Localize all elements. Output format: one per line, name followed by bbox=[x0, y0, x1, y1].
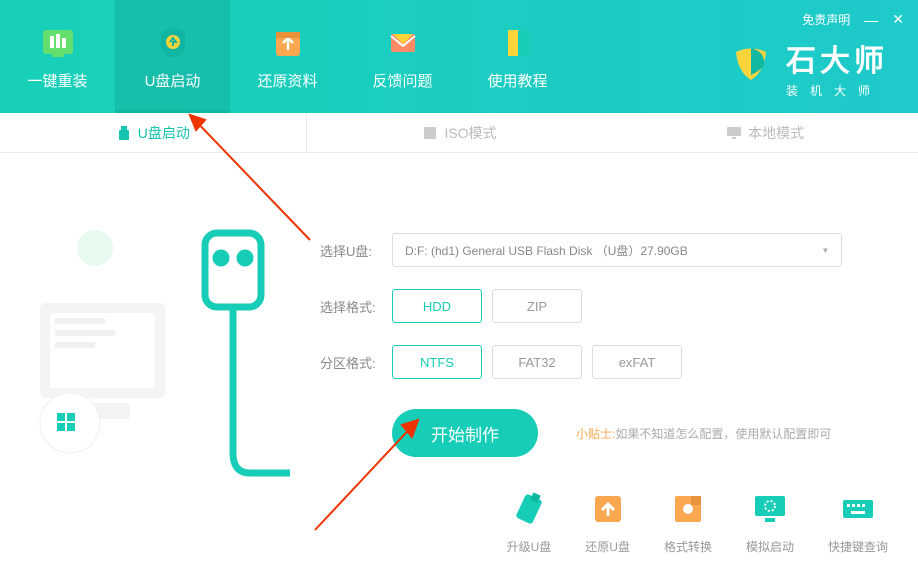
subtab-label: ISO模式 bbox=[444, 123, 496, 143]
annotation-arrow-usb-boot bbox=[170, 100, 320, 250]
subtab-label: 本地模式 bbox=[748, 123, 804, 143]
partition-label: 分区格式: bbox=[320, 353, 382, 372]
main-nav: 一键重装 U盘启动 还原资料 反馈问题 使用教程 bbox=[0, 0, 575, 113]
book-icon bbox=[498, 22, 538, 62]
brand-subtitle: 装机大师 bbox=[786, 82, 888, 99]
brand-title: 石大师 bbox=[786, 36, 888, 80]
usb-select-dropdown[interactable]: D:F: (hd1) General USB Flash Disk （U盘）27… bbox=[392, 233, 842, 267]
usb-upgrade-icon bbox=[510, 490, 548, 528]
format-label: 选择格式: bbox=[320, 297, 382, 316]
annotation-arrow-start-button bbox=[310, 405, 450, 535]
tool-format-convert[interactable]: 格式转换 bbox=[664, 490, 712, 555]
nav-label: 还原资料 bbox=[257, 70, 317, 91]
disk-convert-icon bbox=[669, 490, 707, 528]
bar-chart-icon bbox=[38, 22, 78, 62]
close-button[interactable]: ✕ bbox=[892, 11, 904, 28]
usb-icon bbox=[116, 125, 132, 141]
nav-one-click-reinstall[interactable]: 一键重装 bbox=[0, 0, 115, 113]
iso-icon bbox=[422, 125, 438, 141]
tab-local-mode[interactable]: 本地模式 bbox=[612, 113, 918, 152]
format-option-hdd[interactable]: HDD bbox=[392, 289, 482, 323]
nav-restore-data[interactable]: 还原资料 bbox=[230, 0, 345, 113]
usb-select-value: D:F: (hd1) General USB Flash Disk （U盘）27… bbox=[405, 242, 688, 259]
mail-icon bbox=[383, 22, 423, 62]
tab-iso-mode[interactable]: ISO模式 bbox=[307, 113, 613, 152]
partition-option-exfat[interactable]: exFAT bbox=[592, 345, 682, 379]
tip-label: 小贴士: bbox=[576, 427, 615, 441]
nav-label: U盘启动 bbox=[145, 70, 201, 91]
content-area: 选择U盘: D:F: (hd1) General USB Flash Disk … bbox=[0, 153, 918, 579]
partition-row: 分区格式: NTFS FAT32 exFAT bbox=[320, 345, 888, 379]
restore-icon bbox=[589, 490, 627, 528]
nav-label: 反馈问题 bbox=[372, 70, 432, 91]
upload-box-icon bbox=[268, 22, 308, 62]
top-links: 免责声明 — ✕ bbox=[802, 11, 904, 28]
header: 一键重装 U盘启动 还原资料 反馈问题 使用教程 免责声明 bbox=[0, 0, 918, 113]
brand: 石大师 装机大师 bbox=[726, 36, 888, 99]
minimize-button[interactable]: — bbox=[864, 12, 878, 28]
brand-logo-icon bbox=[726, 40, 776, 95]
tool-label: 格式转换 bbox=[664, 538, 712, 555]
nav-usb-boot[interactable]: U盘启动 bbox=[115, 0, 230, 113]
bottom-toolbar: 升级U盘 还原U盘 格式转换 模拟启动 快捷键查询 bbox=[507, 490, 888, 555]
tool-label: 模拟启动 bbox=[746, 538, 794, 555]
format-row: 选择格式: HDD ZIP bbox=[320, 289, 888, 323]
monitor-icon bbox=[726, 125, 742, 141]
tool-upgrade-usb[interactable]: 升级U盘 bbox=[507, 490, 552, 555]
monitor-boot-icon bbox=[751, 490, 789, 528]
tip-text: 小贴士:如果不知道怎么配置，使用默认配置即可 bbox=[576, 425, 831, 442]
format-option-zip[interactable]: ZIP bbox=[492, 289, 582, 323]
tool-simulate-boot[interactable]: 模拟启动 bbox=[746, 490, 794, 555]
nav-feedback[interactable]: 反馈问题 bbox=[345, 0, 460, 113]
subtabs: U盘启动 ISO模式 本地模式 bbox=[0, 113, 918, 153]
usb-select-label: 选择U盘: bbox=[320, 241, 382, 260]
tool-hotkey-query[interactable]: 快捷键查询 bbox=[828, 490, 888, 555]
nav-tutorial[interactable]: 使用教程 bbox=[460, 0, 575, 113]
tool-label: 升级U盘 bbox=[507, 538, 552, 555]
tool-restore-usb[interactable]: 还原U盘 bbox=[585, 490, 630, 555]
keyboard-icon bbox=[839, 490, 877, 528]
disclaimer-link[interactable]: 免责声明 bbox=[802, 11, 850, 28]
tool-label: 快捷键查询 bbox=[828, 538, 888, 555]
usb-select-row: 选择U盘: D:F: (hd1) General USB Flash Disk … bbox=[320, 233, 888, 267]
tool-label: 还原U盘 bbox=[585, 538, 630, 555]
shield-usb-icon bbox=[153, 22, 193, 62]
partition-option-fat32[interactable]: FAT32 bbox=[492, 345, 582, 379]
partition-option-ntfs[interactable]: NTFS bbox=[392, 345, 482, 379]
nav-label: 一键重装 bbox=[27, 70, 87, 91]
nav-label: 使用教程 bbox=[487, 70, 547, 91]
